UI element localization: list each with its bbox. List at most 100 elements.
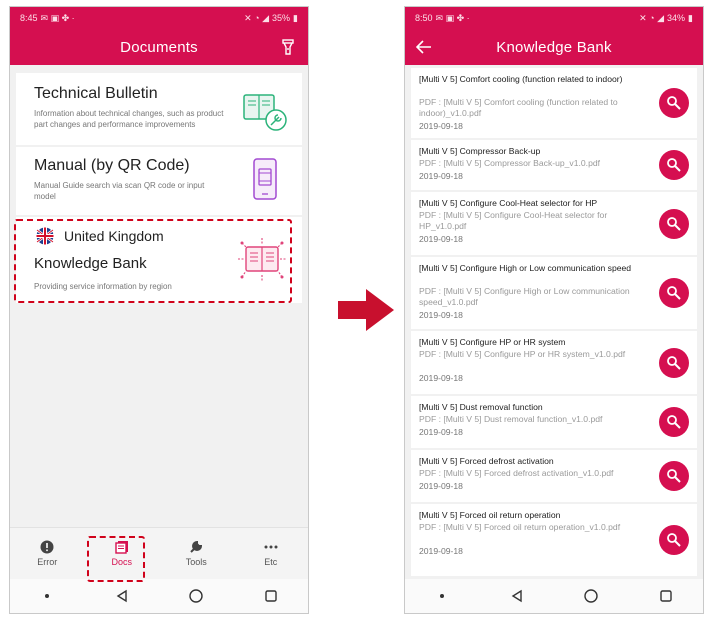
home-circle-icon[interactable] [186, 586, 206, 606]
system-navigation [405, 579, 703, 613]
search-button[interactable] [659, 348, 689, 378]
kb-list-item[interactable]: [Multi V 5] Forced oil return operation P… [411, 504, 697, 576]
search-icon [667, 286, 681, 300]
nav-error[interactable]: Error [10, 528, 85, 579]
search-button[interactable] [659, 407, 689, 437]
home-circle-icon[interactable] [581, 586, 601, 606]
manual-qr-card[interactable]: Manual (by QR Code) Manual Guide search … [16, 147, 302, 215]
back-triangle-icon[interactable] [112, 586, 132, 606]
technical-bulletin-card[interactable]: Technical Bulletin Information about tec… [16, 73, 302, 145]
back-arrow-icon[interactable] [413, 36, 435, 58]
region-selector[interactable]: United Kingdom [34, 227, 164, 245]
documents-list: Technical Bulletin Information about tec… [10, 65, 308, 527]
kb-item-title: [Multi V 5] Configure HP or HR system [419, 337, 566, 347]
kb-list-item[interactable]: [Multi V 5] Configure HP or HR system PDF… [411, 331, 697, 394]
kb-item-file: PDF : [Multi V 5] Configure Cool-Heat se… [419, 210, 608, 231]
kb-item-file: PDF : [Multi V 5] Configure HP or HR sys… [419, 349, 626, 359]
app-bar: Documents [10, 29, 308, 65]
flashlight-icon[interactable] [278, 37, 298, 57]
kb-list-item[interactable]: [Multi V 5] Dust removal function PDF : [… [411, 396, 697, 448]
kb-item-date: 2019-09-18 [419, 171, 463, 181]
page-title: Knowledge Bank [496, 38, 612, 56]
system-navigation [10, 579, 308, 613]
error-icon [40, 540, 54, 554]
kb-item-title: [Multi V 5] Configure Cool-Heat selector… [419, 198, 598, 208]
kb-item-file: PDF : [Multi V 5] Dust removal function_… [419, 414, 603, 424]
comparison-stage: 8:45 ✉ ▣ ✤ · ✕ ◔ ◢ 35% ▮ Documents Techn… [0, 0, 715, 620]
search-button[interactable] [659, 278, 689, 308]
bottom-navigation: Error Docs Tools Etc [10, 527, 308, 579]
kb-item-date: 2019-09-18 [419, 427, 463, 437]
knowledge-bank-title: Knowledge Bank [34, 255, 147, 272]
nav-error-label: Error [37, 557, 58, 567]
more-icon [264, 545, 278, 549]
search-button[interactable] [659, 461, 689, 491]
search-icon [667, 356, 681, 370]
documents-screen: 8:45 ✉ ▣ ✤ · ✕ ◔ ◢ 35% ▮ Documents Techn… [9, 6, 309, 614]
knowledge-book-icon [238, 238, 286, 282]
kb-item-date: 2019-09-18 [419, 481, 463, 491]
knowledge-bank-desc: Providing service information by region [34, 282, 172, 291]
kb-list-item[interactable]: [Multi V 5] Configure High or Low commun… [411, 257, 697, 329]
status-time: 8:45 [20, 13, 38, 23]
search-icon [667, 469, 681, 483]
status-bar: 8:50 ✉ ▣ ✤ · ✕ ◔ ◢ 34% ▮ [405, 7, 703, 29]
search-button[interactable] [659, 150, 689, 180]
nav-tools[interactable]: Tools [159, 528, 234, 579]
overview-square-icon[interactable] [656, 586, 676, 606]
kb-item-date: 2019-09-18 [419, 121, 463, 131]
knowledge-bank-card[interactable]: United Kingdom Knowledge Bank Providing … [16, 217, 302, 303]
kb-item-date: 2019-09-18 [419, 310, 463, 320]
knowledge-bank-list: [Multi V 5] Comfort cooling (function re… [405, 65, 703, 579]
status-bar: 8:45 ✉ ▣ ✤ · ✕ ◔ ◢ 35% ▮ [10, 7, 308, 29]
kb-item-title: [Multi V 5] Compressor Back-up [419, 146, 541, 156]
recents-dot-icon[interactable] [432, 586, 452, 606]
qr-phone-icon [253, 158, 277, 200]
nav-tools-label: Tools [185, 557, 207, 567]
technical-bulletin-desc: Information about technical changes, suc… [34, 109, 224, 129]
overview-square-icon[interactable] [261, 586, 281, 606]
search-icon [667, 158, 681, 172]
kb-item-title: [Multi V 5] Comfort cooling (function re… [419, 74, 623, 84]
bulletin-wrench-icon [243, 94, 287, 131]
kb-item-file: PDF : [Multi V 5] Forced oil return oper… [419, 522, 621, 532]
signal-icons: ✕ ◔ ◢ [244, 12, 270, 23]
search-icon [667, 217, 681, 231]
battery-icon: ▮ [688, 12, 693, 23]
notification-icons: ✉ ▣ ✤ · [435, 12, 470, 23]
nav-etc[interactable]: Etc [234, 528, 309, 579]
kb-list-item[interactable]: [Multi V 5] Comfort cooling (function re… [411, 68, 697, 138]
battery-level: 34% [667, 13, 686, 23]
kb-item-date: 2019-09-18 [419, 373, 463, 383]
kb-item-date: 2019-09-18 [419, 234, 463, 244]
signal-icons: ✕ ◔ ◢ [639, 12, 665, 23]
back-triangle-icon[interactable] [507, 586, 527, 606]
search-button[interactable] [659, 88, 689, 118]
kb-item-title: [Multi V 5] Forced oil return operation [419, 510, 561, 520]
search-icon [667, 415, 681, 429]
search-button[interactable] [659, 209, 689, 239]
search-button[interactable] [659, 525, 689, 555]
page-title: Documents [120, 38, 198, 56]
nav-docs[interactable]: Docs [85, 528, 160, 579]
search-icon [667, 96, 681, 110]
kb-list-item[interactable]: [Multi V 5] Forced defrost activation PDF… [411, 450, 697, 502]
app-bar: Knowledge Bank [405, 29, 703, 65]
kb-item-title: [Multi V 5] Forced defrost activation [419, 456, 554, 466]
region-label: United Kingdom [64, 228, 164, 244]
status-time: 8:50 [415, 13, 433, 23]
nav-etc-label: Etc [264, 557, 278, 567]
kb-list-item[interactable]: [Multi V 5] Configure Cool-Heat selector… [411, 192, 697, 255]
manual-title: Manual (by QR Code) [34, 157, 190, 174]
kb-item-date: 2019-09-18 [419, 546, 463, 556]
right-arrow-icon [338, 289, 394, 331]
nav-docs-label: Docs [111, 557, 132, 567]
kb-item-file: PDF : [Multi V 5] Compressor Back-up_v1.… [419, 158, 601, 168]
recents-dot-icon[interactable] [37, 586, 57, 606]
knowledge-bank-screen: 8:50 ✉ ▣ ✤ · ✕ ◔ ◢ 34% ▮ Knowledge Bank … [404, 6, 704, 614]
kb-list-item[interactable]: [Multi V 5] Compressor Back-up PDF : [Mul… [411, 140, 697, 190]
battery-level: 35% [272, 13, 291, 23]
search-icon [667, 533, 681, 547]
notification-icons: ✉ ▣ ✤ · [40, 12, 75, 23]
kb-item-file: PDF : [Multi V 5] Forced defrost activat… [419, 468, 614, 478]
